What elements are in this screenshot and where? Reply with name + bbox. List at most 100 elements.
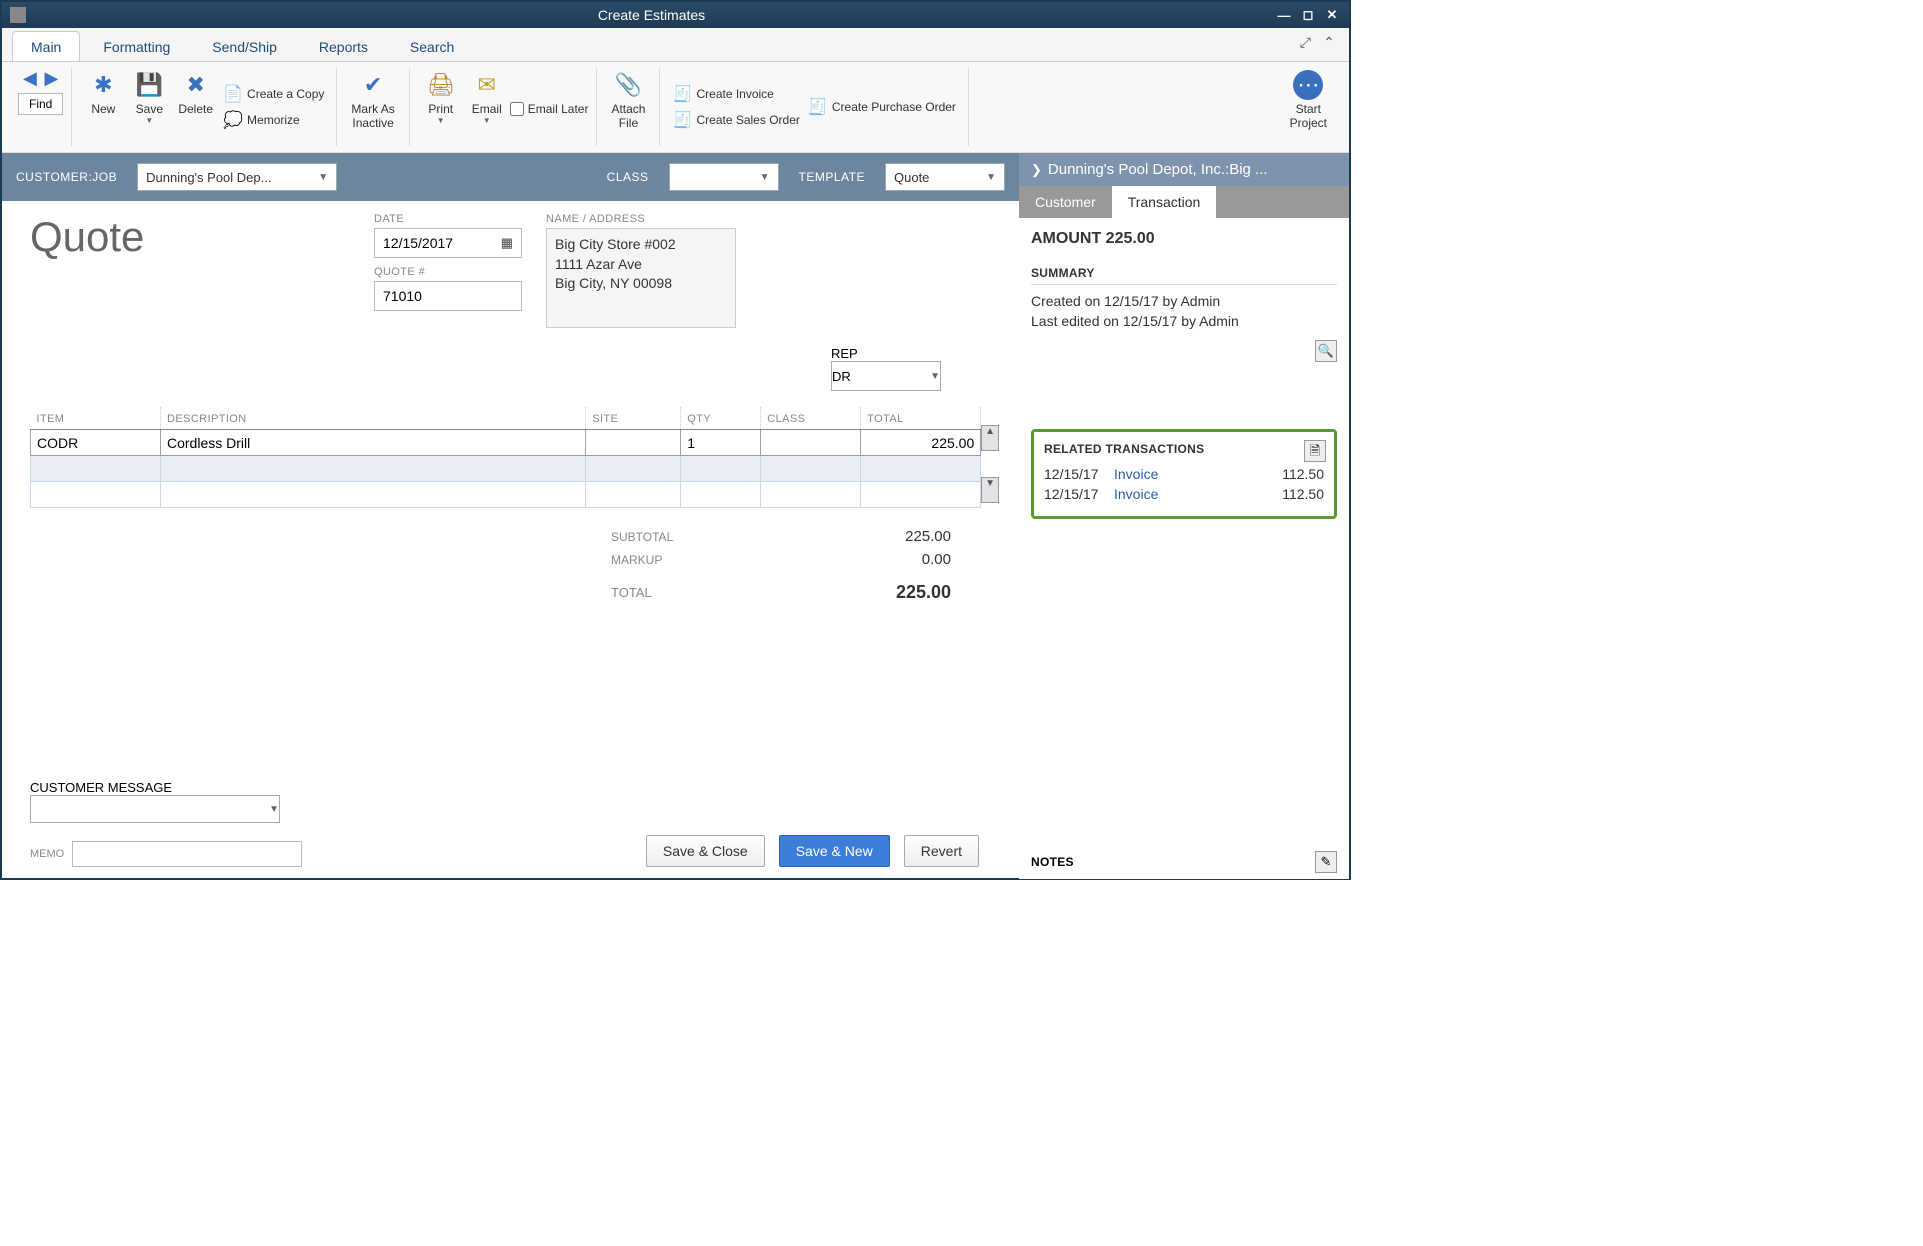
notes-section: ✎ NOTES xyxy=(1019,845,1349,879)
table-row[interactable]: CODR Cordless Drill 1 225.00 xyxy=(31,430,981,456)
copy-icon: 📄 xyxy=(223,84,243,104)
email-icon: ✉ xyxy=(472,70,502,100)
related-link[interactable]: Invoice xyxy=(1114,486,1282,502)
related-heading: RELATED TRANSACTIONS xyxy=(1044,442,1324,460)
ribbon-toolbar: ◀ ▶ Find ✱ New 💾 Save ▼ ✖ Delete xyxy=(2,62,1349,153)
class-label: CLASS xyxy=(607,170,649,184)
print-button[interactable]: 🖨 Print ▼ xyxy=(418,68,464,127)
col-total[interactable]: TOTAL xyxy=(861,407,981,430)
close-button[interactable]: ✕ xyxy=(1323,7,1341,23)
chevron-down-icon: ▼ xyxy=(269,804,279,815)
expand-icon[interactable]: ⤢ xyxy=(1295,34,1315,51)
scroll-down-icon[interactable]: ▼ xyxy=(981,477,999,503)
related-row: 12/15/17 Invoice 112.50 xyxy=(1044,486,1324,502)
next-record-icon[interactable]: ▶ xyxy=(42,68,60,88)
save-button[interactable]: 💾 Save ▼ xyxy=(126,68,172,127)
name-address-box[interactable]: Big City Store #002 1111 Azar Ave Big Ci… xyxy=(546,228,736,328)
table-row[interactable] xyxy=(31,482,981,508)
tab-main[interactable]: Main xyxy=(12,31,80,61)
subtotal-value: 225.00 xyxy=(841,528,951,545)
line-items-table: ITEM DESCRIPTION SITE QTY CLASS TOTAL CO… xyxy=(30,407,981,508)
memo-input[interactable] xyxy=(72,841,302,867)
rep-label: REP xyxy=(831,346,858,361)
prev-record-icon[interactable]: ◀ xyxy=(21,68,39,88)
col-qty[interactable]: QTY xyxy=(681,407,761,430)
documents-icon[interactable]: 🗎 xyxy=(1304,440,1326,462)
email-later-checkbox[interactable]: Email Later xyxy=(510,102,589,116)
class-select[interactable]: ▼ xyxy=(669,163,779,191)
table-row[interactable] xyxy=(31,456,981,482)
transaction-side-panel: ❯ Dunning's Pool Depot, Inc.:Big ... Cus… xyxy=(1019,153,1349,879)
calendar-icon[interactable]: ▦ xyxy=(501,235,513,251)
customer-message-label: CUSTOMER MESSAGE xyxy=(30,780,999,795)
create-sales-order-button[interactable]: 🧾 Create Sales Order xyxy=(668,108,803,132)
template-select[interactable]: Quote ▼ xyxy=(885,163,1005,191)
window-title: Create Estimates xyxy=(34,7,1269,23)
amount-display: AMOUNT 225.00 xyxy=(1031,230,1337,248)
col-description[interactable]: DESCRIPTION xyxy=(161,407,586,430)
create-copy-button[interactable]: 📄 Create a Copy xyxy=(219,82,328,106)
tab-send-ship[interactable]: Send/Ship xyxy=(193,31,296,61)
customer-job-label: CUSTOMER:JOB xyxy=(16,170,117,184)
maximize-button[interactable]: ◻ xyxy=(1299,7,1317,23)
date-label: DATE xyxy=(374,213,522,225)
new-button[interactable]: ✱ New xyxy=(80,68,126,118)
chevron-right-icon: ❯ xyxy=(1031,162,1042,178)
rep-select[interactable]: DR ▼ xyxy=(831,361,941,391)
subtotal-label: SUBTOTAL xyxy=(611,530,721,544)
start-project-icon: ⋯ xyxy=(1293,70,1323,100)
tab-transaction[interactable]: Transaction xyxy=(1112,186,1217,218)
save-close-button[interactable]: Save & Close xyxy=(646,835,765,867)
tab-formatting[interactable]: Formatting xyxy=(84,31,189,61)
print-icon: 🖨 xyxy=(426,70,456,100)
related-transactions-box: 🗎 RELATED TRANSACTIONS 12/15/17 Invoice … xyxy=(1031,429,1337,519)
date-input[interactable]: ▦ xyxy=(374,228,522,258)
created-info: Created on 12/15/17 by Admin xyxy=(1031,293,1337,309)
mark-inactive-icon: ✔ xyxy=(358,70,388,100)
dropdown-caret-icon: ▼ xyxy=(483,116,491,125)
memorize-button[interactable]: 💭 Memorize xyxy=(219,108,328,132)
mark-inactive-button[interactable]: ✔ Mark As Inactive xyxy=(345,68,400,132)
ribbon-tabs: Main Formatting Send/Ship Reports Search… xyxy=(2,28,1349,62)
minimize-button[interactable]: — xyxy=(1275,8,1293,23)
revert-button[interactable]: Revert xyxy=(904,835,979,867)
attach-file-button[interactable]: 📎 Attach File xyxy=(605,68,651,132)
customer-job-select[interactable]: Dunning's Pool Dep... ▼ xyxy=(137,163,337,191)
new-icon: ✱ xyxy=(88,70,118,100)
tab-reports[interactable]: Reports xyxy=(300,31,387,61)
markup-value: 0.00 xyxy=(841,551,951,568)
table-scrollbar[interactable]: ▲ ▼ xyxy=(981,401,999,508)
col-item[interactable]: ITEM xyxy=(31,407,161,430)
markup-label: MARKUP xyxy=(611,553,721,567)
quote-no-input[interactable] xyxy=(374,281,522,311)
start-project-button[interactable]: ⋯ Start Project xyxy=(1284,68,1333,132)
totals-section: SUBTOTAL 225.00 MARKUP 0.00 TOTAL 225.00 xyxy=(30,528,951,603)
delete-icon: ✖ xyxy=(181,70,211,100)
col-site[interactable]: SITE xyxy=(586,407,681,430)
collapse-ribbon-icon[interactable]: ⌃ xyxy=(1319,34,1339,51)
side-panel-header[interactable]: ❯ Dunning's Pool Depot, Inc.:Big ... xyxy=(1019,153,1349,186)
edit-notes-icon[interactable]: ✎ xyxy=(1315,851,1337,873)
summary-heading: SUMMARY xyxy=(1031,266,1337,285)
find-button[interactable]: Find xyxy=(18,93,63,115)
scroll-up-icon[interactable]: ▲ xyxy=(981,425,999,451)
memorize-icon: 💭 xyxy=(223,110,243,130)
create-invoice-button[interactable]: 🧾 Create Invoice xyxy=(668,82,803,106)
email-button[interactable]: ✉ Email ▼ xyxy=(464,68,510,127)
memo-label: MEMO xyxy=(30,848,64,860)
create-po-button[interactable]: 🧾 Create Purchase Order xyxy=(804,95,960,119)
search-icon[interactable]: 🔍 xyxy=(1315,340,1337,362)
chevron-down-icon: ▼ xyxy=(930,371,940,382)
delete-button[interactable]: ✖ Delete xyxy=(172,68,219,118)
notes-heading: NOTES xyxy=(1031,855,1337,869)
col-class[interactable]: CLASS xyxy=(761,407,861,430)
tab-customer[interactable]: Customer xyxy=(1019,186,1112,218)
tab-search[interactable]: Search xyxy=(391,31,473,61)
related-link[interactable]: Invoice xyxy=(1114,466,1282,482)
name-address-label: NAME / ADDRESS xyxy=(546,213,736,225)
customer-message-select[interactable]: ▼ xyxy=(30,795,280,823)
invoice-icon: 🧾 xyxy=(672,84,692,104)
dropdown-caret-icon: ▼ xyxy=(145,116,153,125)
template-label: TEMPLATE xyxy=(799,170,865,184)
save-new-button[interactable]: Save & New xyxy=(779,835,890,867)
